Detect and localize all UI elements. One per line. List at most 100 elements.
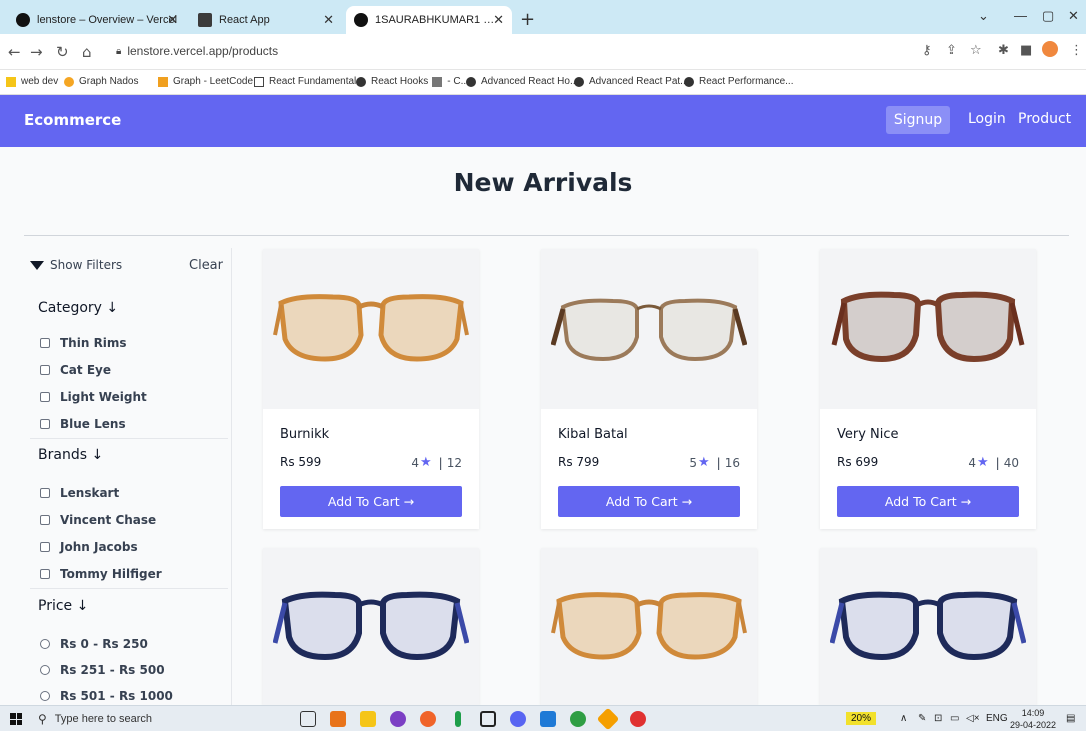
product-image[interactable] <box>541 548 757 705</box>
home-icon[interactable]: ⌂ <box>82 43 92 61</box>
product-image[interactable] <box>263 249 479 409</box>
checkbox[interactable] <box>40 488 50 498</box>
menu-kebab-icon[interactable]: ⋮ <box>1070 43 1083 58</box>
file-explorer-icon[interactable] <box>360 711 376 727</box>
checkbox[interactable] <box>40 338 50 348</box>
address-bar[interactable]: 🔒︎ lenstore.vercel.app/products <box>108 40 898 62</box>
discord-icon[interactable] <box>510 711 526 727</box>
radio[interactable] <box>40 691 50 701</box>
bookmark-item[interactable]: Graph Nados <box>64 76 138 87</box>
tray-chevron-icon[interactable]: ∧ <box>900 713 907 724</box>
back-arrow-icon[interactable]: ← <box>8 43 21 61</box>
checkbox[interactable] <box>40 419 50 429</box>
product-image[interactable] <box>541 249 757 409</box>
product-link[interactable]: Product <box>1018 111 1071 127</box>
product-image[interactable] <box>820 249 1036 409</box>
new-tab-plus-icon[interactable]: + <box>520 9 535 30</box>
filter-option-thin-rims[interactable]: Thin Rims <box>40 336 127 350</box>
key-icon[interactable]: ⚷ <box>922 43 932 58</box>
product-card[interactable]: Very Nice Rs 699 4 ★ | 40 Add To Cart → <box>820 249 1036 529</box>
taskbar-search-input[interactable]: ⚲ Type here to search <box>38 710 264 728</box>
close-tab-icon[interactable]: ✕ <box>323 12 334 28</box>
reload-icon[interactable]: ↻ <box>56 43 69 61</box>
add-to-cart-button[interactable]: Add To Cart → <box>558 486 740 517</box>
language-indicator[interactable]: ENG <box>986 713 1008 724</box>
bookmark-item[interactable]: React Fundamental... <box>254 76 365 87</box>
vscode-icon[interactable] <box>540 711 556 727</box>
product-card[interactable] <box>820 548 1036 705</box>
category-heading[interactable]: Category ↓ <box>38 300 118 316</box>
product-card[interactable]: Burnikk Rs 599 4 ★ | 12 Add To Cart → <box>263 249 479 529</box>
windows-start-icon[interactable] <box>10 713 22 725</box>
app-icon[interactable] <box>390 711 406 727</box>
login-link[interactable]: Login <box>968 111 1006 127</box>
minimize-icon[interactable]: — <box>1014 8 1027 23</box>
filter-option-john-jacobs[interactable]: John Jacobs <box>40 540 138 554</box>
add-to-cart-button[interactable]: Add To Cart → <box>837 486 1019 517</box>
app-icon[interactable] <box>420 711 436 727</box>
checkbox[interactable] <box>40 542 50 552</box>
tab-react-app[interactable]: React App ✕ <box>190 6 342 34</box>
brands-heading[interactable]: Brands ↓ <box>38 447 103 463</box>
filter-option-blue-lens[interactable]: Blue Lens <box>40 417 126 431</box>
filter-option-cat-eye[interactable]: Cat Eye <box>40 363 111 377</box>
app-icon[interactable] <box>455 711 461 727</box>
notification-icon[interactable]: ▤ <box>1066 713 1075 724</box>
product-name[interactable]: Burnikk <box>280 427 329 442</box>
tab-search-chevron-icon[interactable]: ⌄ <box>978 8 989 24</box>
close-tab-icon[interactable]: ✕ <box>493 12 504 28</box>
close-window-icon[interactable]: ✕ <box>1068 8 1079 24</box>
filter-option-vincent-chase[interactable]: Vincent Chase <box>40 513 156 527</box>
sidepanel-icon[interactable]: ■ <box>1020 43 1032 58</box>
chrome-icon[interactable] <box>570 711 586 727</box>
product-card[interactable] <box>541 548 757 705</box>
brand-logo[interactable]: Ecommerce <box>24 111 121 129</box>
profile-avatar-icon[interactable] <box>1042 41 1058 57</box>
bookmark-item[interactable]: Advanced React Ho... <box>466 76 578 87</box>
checkbox[interactable] <box>40 569 50 579</box>
filter-option-price-251-500[interactable]: Rs 251 - Rs 500 <box>40 663 165 677</box>
filter-option-light-weight[interactable]: Light Weight <box>40 390 147 404</box>
app-icon[interactable] <box>596 707 620 731</box>
checkbox[interactable] <box>40 392 50 402</box>
filter-option-lenskart[interactable]: Lenskart <box>40 486 119 500</box>
product-name[interactable]: Kibal Batal <box>558 427 628 442</box>
bookmark-item[interactable]: React Hooks - C... <box>356 76 469 87</box>
filter-option-price-501-1000[interactable]: Rs 501 - Rs 1000 <box>40 689 173 703</box>
bookmark-item[interactable]: Graph - LeetCode <box>158 76 253 87</box>
signup-button[interactable]: Signup <box>886 106 950 134</box>
share-icon[interactable]: ⇪ <box>946 43 957 58</box>
filter-option-price-0-250[interactable]: Rs 0 - Rs 250 <box>40 637 148 651</box>
volume-muted-icon[interactable]: ◁× <box>966 713 980 724</box>
forward-arrow-icon[interactable]: → <box>30 43 43 61</box>
checkbox[interactable] <box>40 365 50 375</box>
bookmark-item[interactable]: React Performance... <box>684 76 793 87</box>
bookmark-item[interactable]: web dev <box>6 76 58 87</box>
vlc-icon[interactable] <box>330 711 346 727</box>
radio[interactable] <box>40 639 50 649</box>
pen-icon[interactable]: ✎ <box>918 713 926 724</box>
product-image[interactable] <box>820 548 1036 705</box>
taskbar-clock[interactable]: 14:09 29-04-2022 <box>1010 707 1056 731</box>
close-tab-icon[interactable]: ✕ <box>167 12 178 28</box>
restore-icon[interactable]: ▢ <box>1042 8 1054 24</box>
display-icon[interactable]: ▭ <box>950 713 959 724</box>
product-name[interactable]: Very Nice <box>837 427 899 442</box>
battery-indicator[interactable]: 20% <box>846 712 877 725</box>
product-card[interactable]: Kibal Batal Rs 799 5 ★ | 16 Add To Cart → <box>541 249 757 529</box>
filter-option-tommy-hilfiger[interactable]: Tommy Hilfiger <box>40 567 162 581</box>
bookmark-item[interactable]: Advanced React Pat... <box>574 76 689 87</box>
product-image[interactable] <box>263 548 479 705</box>
bookmark-star-icon[interactable]: ☆ <box>970 43 982 58</box>
product-card[interactable] <box>263 548 479 705</box>
chrome-icon[interactable] <box>630 711 646 727</box>
add-to-cart-button[interactable]: Add To Cart → <box>280 486 462 517</box>
checkbox[interactable] <box>40 515 50 525</box>
extensions-icon[interactable]: ✱ <box>998 43 1009 58</box>
network-icon[interactable]: ⊡ <box>934 713 942 724</box>
clear-filters-button[interactable]: Clear <box>189 258 223 273</box>
radio[interactable] <box>40 665 50 675</box>
task-view-icon[interactable] <box>300 711 316 727</box>
tab-lenstore-vercel[interactable]: lenstore – Overview – Vercel ✕ <box>8 6 186 34</box>
show-filters-toggle[interactable]: Show Filters <box>30 258 122 272</box>
